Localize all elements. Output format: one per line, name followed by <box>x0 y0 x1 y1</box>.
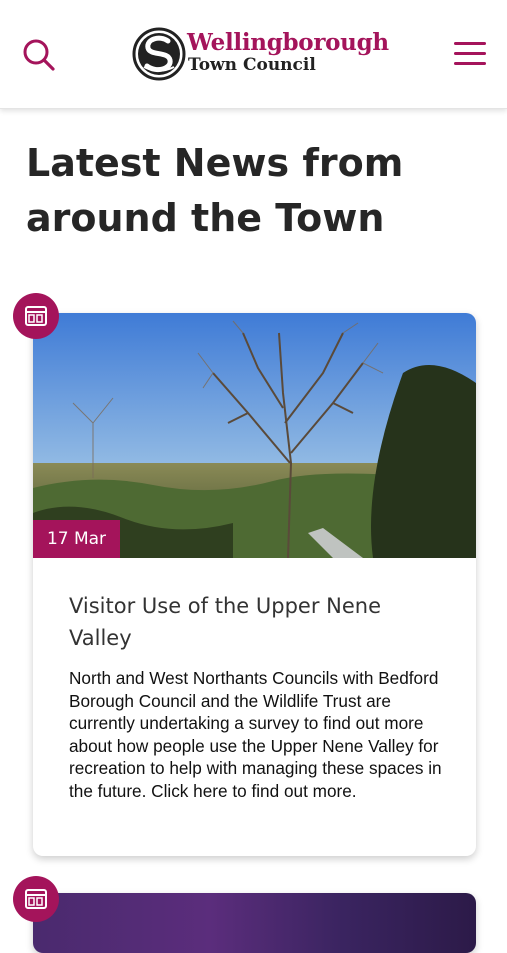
site-logo[interactable]: Wellingborough Town Council <box>132 27 389 83</box>
calendar-icon <box>13 876 59 922</box>
site-header: Wellingborough Town Council <box>0 0 507 109</box>
logo-emblem-icon <box>132 27 186 81</box>
news-card[interactable] <box>33 893 476 953</box>
hamburger-menu-icon <box>454 42 486 65</box>
news-date-badge: 17 Mar <box>33 520 120 558</box>
page-title: Latest News from around the Town <box>26 141 404 240</box>
news-card[interactable]: 17 Mar Visitor Use of the Upper Nene Val… <box>33 313 476 856</box>
logo-name-line1: Wellingborough <box>187 29 389 56</box>
search-button[interactable] <box>18 34 58 74</box>
menu-button[interactable] <box>452 38 490 70</box>
logo-name-line2: Town Council <box>188 55 316 75</box>
news-card-title[interactable]: Visitor Use of the Upper Nene Valley <box>69 590 449 654</box>
news-card-image <box>33 893 476 953</box>
news-card-summary: North and West Northants Councils with B… <box>69 668 442 801</box>
search-icon <box>23 39 55 71</box>
calendar-icon <box>13 293 59 339</box>
